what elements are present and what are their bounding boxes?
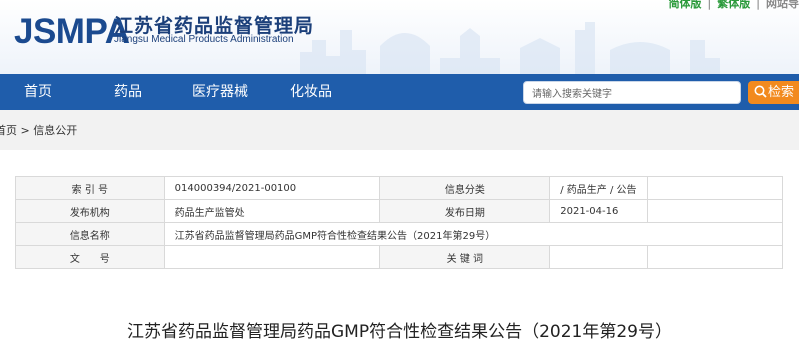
breadcrumb: 首页 > 信息公开 [0,122,77,138]
keywords-extra [646,245,784,269]
info-name-value: 江苏省药品监督管理局药品GMP符合性检查结果公告（2021年第29号） [163,222,784,246]
site-header: JSMPA 江苏省药品监督管理局 Jiangsu Medical Product… [0,0,799,74]
keywords-value [549,245,648,269]
search-button-label: 检索 [768,85,795,100]
publisher-value: 药品生产监管处 [163,199,381,223]
keywords-label: 关 键 词 [379,245,551,269]
nav-item-medical-devices[interactable]: 医疗器械 [192,74,248,110]
nav-item-home[interactable]: 首页 [24,74,52,110]
breadcrumb-home[interactable]: 首页 [0,124,17,137]
table-row: 发布机构 药品生产监管处 发布日期 2021-04-16 [15,199,784,223]
top-links: 简体版 | 繁体版 | 网站导 [667,0,799,11]
category-value: / 药品生产 / 公告 [549,176,648,200]
doc-number-label: 文 号 [15,245,165,269]
table-row: 索 引 号 014000394/2021-00100 信息分类 / 药品生产 /… [15,176,784,200]
top-link-separator: | [756,0,761,10]
publisher-label: 发布机构 [15,199,165,223]
nav-item-cosmetics[interactable]: 化妆品 [290,74,332,110]
search-icon [754,85,767,98]
publish-date-label: 发布日期 [379,199,551,223]
site-logo[interactable]: JSMPA [14,12,130,52]
publish-date-value: 2021-04-16 [549,199,648,223]
breadcrumb-bar: 首页 > 信息公开 [0,110,799,150]
document-title: 江苏省药品监督管理局药品GMP符合性检查结果公告（2021年第29号） [127,322,672,342]
publish-date-extra [646,199,784,223]
breadcrumb-current[interactable]: 信息公开 [33,124,77,137]
nav-item-drugs[interactable]: 药品 [114,74,142,110]
search-box [523,81,741,105]
index-number-label: 索 引 号 [15,176,165,200]
org-name-english: Jiangsu Medical Products Administration [114,34,294,45]
search-input[interactable] [524,84,740,105]
doc-number-value [163,245,381,269]
table-row: 文 号 关 键 词 [15,245,784,269]
document-info-table: 索 引 号 014000394/2021-00100 信息分类 / 药品生产 /… [15,176,784,269]
search-button[interactable]: 检索 [748,81,799,104]
category-extra [646,176,784,200]
top-link-traditional[interactable]: 繁体版 [717,0,750,10]
top-link-simplified[interactable]: 简体版 [669,0,702,10]
breadcrumb-separator: > [20,124,30,137]
top-link-sitemap[interactable]: 网站导 [766,0,799,10]
category-label: 信息分类 [379,176,551,200]
index-number-value: 014000394/2021-00100 [163,176,381,200]
top-link-separator: | [707,0,712,10]
table-row: 信息名称 江苏省药品监督管理局药品GMP符合性检查结果公告（2021年第29号） [15,222,784,246]
info-name-label: 信息名称 [15,222,165,246]
